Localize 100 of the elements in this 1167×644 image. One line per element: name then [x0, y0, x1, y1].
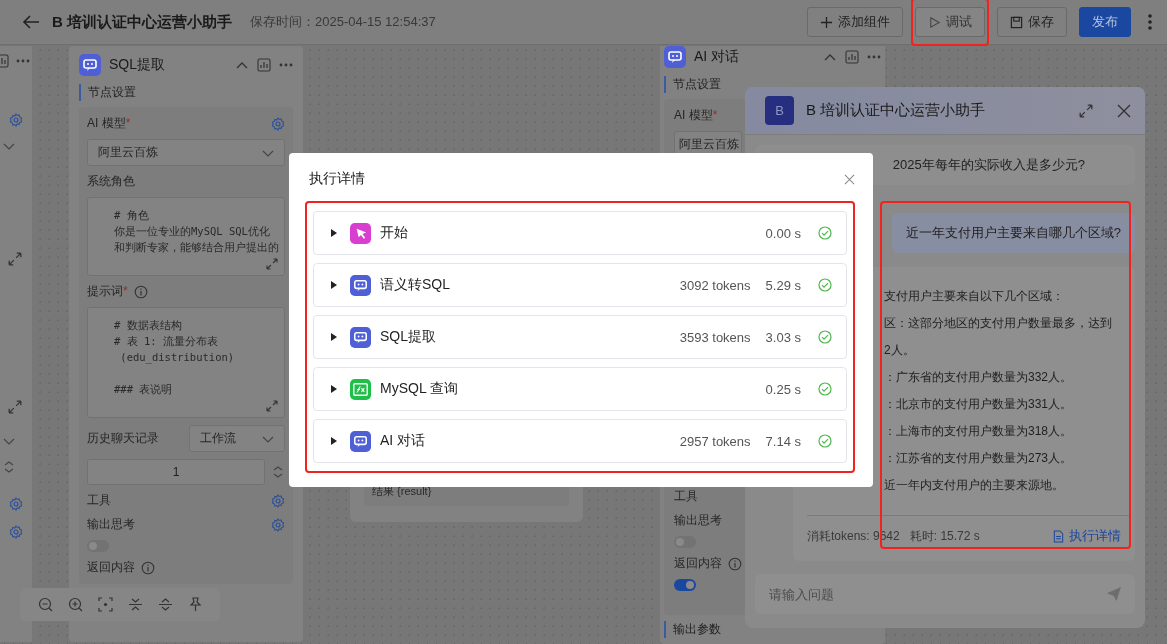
dialog-title: 执行详情	[309, 170, 365, 188]
close-icon[interactable]	[1117, 103, 1131, 118]
chart-icon[interactable]	[257, 58, 271, 72]
save-icon	[1010, 15, 1023, 29]
settings-icon[interactable]	[9, 525, 23, 539]
chat-bot-icon	[350, 326, 371, 348]
chart-icon[interactable]	[845, 50, 859, 64]
chat-bot-icon	[79, 54, 101, 76]
add-button[interactable]: 添加组件	[807, 7, 903, 37]
field-label: 工具	[87, 492, 111, 509]
expand-icon[interactable]	[1079, 103, 1093, 118]
field-label: 返回内容	[87, 559, 135, 576]
number-input[interactable]: 1	[87, 459, 265, 485]
token-count: 2957 tokens	[679, 433, 751, 449]
node-title: SQL提取	[109, 56, 166, 74]
duration-text: 3.03 s	[765, 329, 801, 345]
field-label: 系统角色	[87, 173, 135, 190]
field-label: 历史聊天记录	[87, 430, 159, 447]
prompt-textarea[interactable]: # 角色 你是一位专业的MySQL SQL优化 和判断专家，能够结合用户提出的	[87, 197, 285, 276]
zoom-in-icon[interactable]	[67, 597, 83, 612]
save-button[interactable]: 保存	[997, 7, 1067, 37]
document-icon	[1052, 530, 1065, 543]
step-name: SQL提取	[380, 328, 437, 346]
expand-icon[interactable]	[8, 400, 22, 414]
spinner-icon[interactable]	[271, 465, 285, 479]
answer-text: ：广东省的支付用户数量为332人。	[884, 369, 1074, 386]
answer-text: 支付用户主要来自以下几个区域：	[884, 288, 1065, 305]
step-row[interactable]: 开始 0.00 s	[313, 211, 847, 255]
step-name: AI 对话	[380, 432, 427, 450]
fit-view-icon[interactable]	[97, 597, 113, 612]
toggle-switch[interactable]	[674, 579, 696, 591]
node-title: AI 对话	[694, 48, 741, 66]
caret-icon[interactable]	[330, 333, 338, 341]
step-row[interactable]: AI 对话 2957 tokens 7.14 s	[313, 419, 847, 463]
duration-text: 7.14 s	[765, 433, 801, 449]
page-title: B 培训认证中心运营小助手	[52, 12, 232, 32]
settings-icon[interactable]	[271, 493, 285, 508]
pin-icon[interactable]	[187, 597, 203, 612]
caret-icon[interactable]	[330, 229, 338, 237]
step-row[interactable]: MySQL 查询 0.25 s	[313, 367, 847, 411]
caret-icon[interactable]	[330, 281, 338, 289]
step-row[interactable]: 语义转SQL 3092 tokens 5.29 s	[313, 263, 847, 307]
spinner-icon[interactable]	[2, 460, 16, 474]
duration-text: 0.25 s	[765, 381, 801, 397]
primary-button[interactable]: 发布	[1079, 7, 1131, 37]
token-count: 3092 tokens	[679, 277, 751, 293]
expand-icon[interactable]	[266, 258, 278, 270]
details-link[interactable]: 执行详情	[1052, 528, 1121, 545]
token-count: 3593 tokens	[679, 329, 751, 345]
plus-icon	[820, 15, 833, 29]
field-label: AI 模型*	[87, 115, 131, 132]
duration-text: 0.00 s	[765, 225, 801, 241]
saved-time: 保存时间：2025-04-15 12:54:37	[250, 13, 436, 31]
step-name: 语义转SQL	[380, 276, 451, 294]
function-icon	[350, 378, 371, 400]
expand-icon[interactable]	[8, 252, 22, 266]
play-icon	[928, 15, 941, 29]
duration-text: 耗时: 15.72 s	[909, 528, 980, 545]
expand-icon[interactable]	[157, 597, 173, 612]
model-select[interactable]: 阿里云百炼	[87, 139, 285, 166]
answer-text: ：上海市的支付用户数量为318人。	[884, 423, 1074, 440]
section-title: 节点设置	[79, 84, 293, 101]
close-icon[interactable]	[844, 173, 855, 185]
settings-icon[interactable]	[9, 497, 23, 511]
question-input[interactable]: 请输入问题	[755, 574, 1135, 614]
avatar: B	[765, 96, 794, 125]
info-icon	[133, 284, 148, 299]
back-arrow-icon[interactable]	[22, 13, 40, 31]
chat-bot-icon	[350, 274, 371, 296]
collapse-icon[interactable]	[127, 597, 143, 612]
answer-text: ：北京市的支付用户数量为331人。	[884, 396, 1074, 413]
user-message: 近一年支付用户主要来自哪几个区域?	[891, 213, 1135, 253]
expand-icon[interactable]	[266, 400, 278, 412]
duration-text: 5.29 s	[765, 277, 801, 293]
prompt-textarea[interactable]: # 数据表结构 # 表 1: 流量分布表 (edu_distribution) ### 表说明	[87, 307, 285, 418]
step-name: 开始	[380, 224, 409, 242]
caret-icon[interactable]	[330, 437, 338, 445]
field-label: AI 模型*	[674, 107, 719, 124]
info-icon	[141, 560, 155, 575]
answer-text: 区：这部分地区的支付用户数量最多，达到	[884, 315, 1113, 332]
toggle-switch[interactable]	[674, 536, 696, 548]
zoom-out-icon[interactable]	[37, 597, 53, 612]
settings-icon[interactable]	[9, 113, 23, 127]
answer-text: 2人。	[884, 342, 916, 359]
history-select[interactable]: 工作流	[189, 425, 285, 452]
field-label: 工具	[674, 488, 699, 505]
caret-icon[interactable]	[330, 385, 338, 393]
chat-bot-icon	[350, 430, 371, 452]
field-label: 输出思考	[87, 516, 135, 533]
field-label: 返回内容	[674, 555, 722, 572]
toggle-switch[interactable]	[87, 540, 109, 552]
more-icon[interactable]	[1147, 13, 1153, 31]
answer-text: 近一年内支付用户的主要来源地。	[884, 477, 1065, 494]
step-row[interactable]: SQL提取 3593 tokens 3.03 s	[313, 315, 847, 359]
answer-text: ：江苏省的支付用户数量为273人。	[884, 450, 1074, 467]
field-label: 输出思考	[674, 512, 723, 529]
step-name: MySQL 查询	[380, 380, 460, 398]
settings-icon[interactable]	[271, 116, 285, 131]
settings-icon[interactable]	[271, 517, 285, 532]
field-label: 提示词*	[87, 283, 128, 300]
